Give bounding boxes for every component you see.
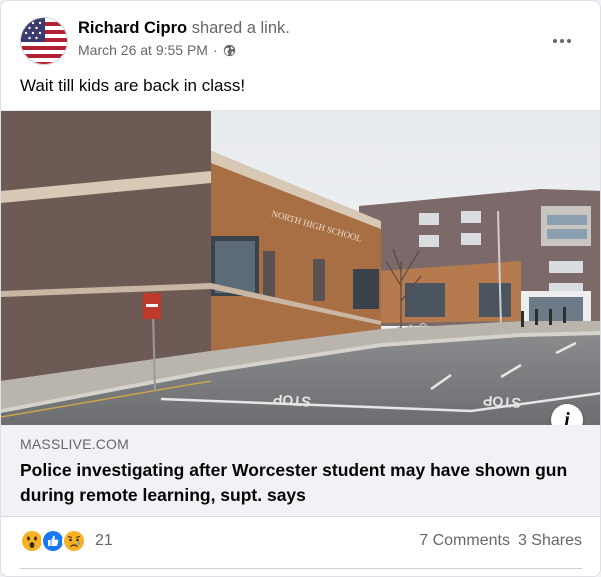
link-preview-image[interactable]: NORTH HIGH SCHOOL STOP STOP i [1,110,600,425]
engagement-bar: 21 7 Comments 3 Shares [20,529,582,557]
footer-divider [20,568,582,569]
school-building-image: NORTH HIGH SCHOOL STOP STOP [1,111,600,425]
author-name[interactable]: Richard Cipro [78,19,187,37]
link-preview-meta[interactable]: MASSLIVE.COM Police investigating after … [1,425,600,517]
dot-icon [553,39,557,43]
author-line: Richard Cipro shared a link. [78,17,290,39]
avatar[interactable] [20,17,68,65]
link-domain: MASSLIVE.COM [20,436,129,452]
shares-count[interactable]: 3 Shares [518,532,582,550]
post-action: shared a link. [191,19,290,37]
sad-icon [62,529,86,553]
road-stop-marking-left: STOP [273,391,312,410]
more-options-button[interactable] [544,23,580,59]
timestamp-line: March 26 at 9:55 PM · [78,42,290,58]
dot-icon [567,39,571,43]
post-header: Richard Cipro shared a link. March 26 at… [20,17,580,65]
reactions-summary[interactable]: 21 [20,529,113,553]
globe-icon[interactable] [223,44,236,57]
post-card: Richard Cipro shared a link. March 26 at… [0,0,601,577]
post-meta: Richard Cipro shared a link. March 26 at… [78,17,290,58]
dot-icon [560,39,564,43]
engagement-counts: 7 Comments 3 Shares [419,532,582,550]
link-headline[interactable]: Police investigating after Worcester stu… [20,458,580,508]
post-text: Wait till kids are back in class! [20,76,246,95]
road-stop-marking-right: STOP [483,393,522,412]
comments-count[interactable]: 7 Comments [419,532,510,550]
reaction-count: 21 [95,532,113,549]
flag-avatar-icon [21,18,67,64]
separator-dot: · [212,42,218,58]
timestamp[interactable]: March 26 at 9:55 PM [78,42,208,58]
